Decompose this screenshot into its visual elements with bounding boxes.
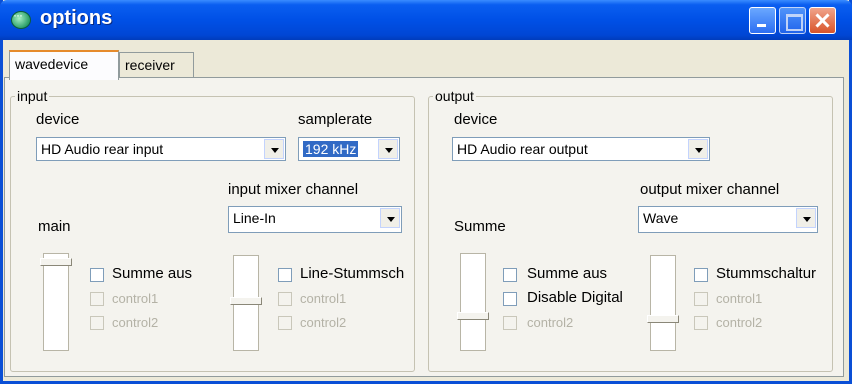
chevron-down-icon[interactable] <box>264 139 284 159</box>
window-title: options <box>40 7 113 29</box>
input-mixer-channel-label: input mixer channel <box>228 181 359 198</box>
output-channel-volume-slider[interactable] <box>650 255 676 351</box>
output-summe-aus-label: Summe aus <box>527 265 608 282</box>
output-mixer-channel-label: output mixer channel <box>640 181 780 198</box>
input-channel-slider-thumb[interactable] <box>230 297 262 305</box>
minimize-button[interactable] <box>749 7 776 34</box>
tab-receiver[interactable]: receiver <box>119 52 194 78</box>
output-channel-control1-label: control1 <box>716 291 763 306</box>
maximize-button[interactable] <box>779 7 806 34</box>
input-channel-control2-label: control2 <box>300 315 347 330</box>
app-icon <box>11 8 31 29</box>
input-main-label: main <box>38 218 71 235</box>
stummschaltung-label: Stummschaltur <box>716 265 817 282</box>
output-device-label: device <box>454 111 498 128</box>
input-group-legend: input <box>15 88 50 104</box>
output-device-select[interactable]: HD Audio rear output <box>452 137 710 161</box>
input-main-control1-checkbox <box>90 292 104 306</box>
samplerate-label: samplerate <box>298 111 373 128</box>
input-summe-aus-checkbox[interactable] <box>90 268 104 282</box>
input-mixer-channel-select[interactable]: Line-In <box>228 206 402 233</box>
stummschaltung-checkbox[interactable] <box>694 268 708 282</box>
output-main-label: Summe <box>454 218 506 235</box>
output-main-slider-thumb[interactable] <box>457 312 489 320</box>
output-channel-slider-thumb[interactable] <box>647 315 679 323</box>
input-device-select[interactable]: HD Audio rear input <box>36 137 286 161</box>
chevron-down-icon[interactable] <box>378 139 398 159</box>
input-main-control1-label: control1 <box>112 291 159 306</box>
output-mixer-channel-select[interactable]: Wave <box>638 206 818 233</box>
input-channel-control1-label: control1 <box>300 291 347 306</box>
output-channel-control1-checkbox <box>694 292 708 306</box>
output-summe-aus-checkbox[interactable] <box>503 268 517 282</box>
close-button[interactable] <box>809 7 836 34</box>
line-stummschaltung-checkbox[interactable] <box>278 268 292 282</box>
input-main-volume-slider[interactable] <box>43 253 69 351</box>
input-device-label: device <box>36 111 80 128</box>
disable-digital-label: Disable Digital <box>527 289 623 306</box>
input-main-control2-checkbox <box>90 316 104 330</box>
input-summe-aus-label: Summe aus <box>112 265 193 282</box>
samplerate-select[interactable]: 192 kHz <box>298 137 400 161</box>
chevron-down-icon[interactable] <box>380 208 400 228</box>
input-main-slider-thumb[interactable] <box>40 258 72 266</box>
input-channel-control1-checkbox <box>278 292 292 306</box>
chevron-down-icon[interactable] <box>796 208 816 228</box>
output-main-volume-slider[interactable] <box>460 253 486 351</box>
tab-wavedevice[interactable]: wavedevice <box>9 50 119 80</box>
chevron-down-icon[interactable] <box>688 139 708 159</box>
output-group-legend: output <box>433 88 476 104</box>
input-main-control2-label: control2 <box>112 315 159 330</box>
output-main-control2-checkbox <box>503 316 517 330</box>
output-channel-control2-checkbox <box>694 316 708 330</box>
output-channel-control2-label: control2 <box>716 315 763 330</box>
title-bar[interactable]: options <box>0 0 852 40</box>
disable-digital-checkbox[interactable] <box>503 292 517 306</box>
input-channel-control2-checkbox <box>278 316 292 330</box>
line-stummschaltung-label: Line-Stummsch <box>300 265 405 282</box>
output-main-control2-label: control2 <box>527 315 574 330</box>
